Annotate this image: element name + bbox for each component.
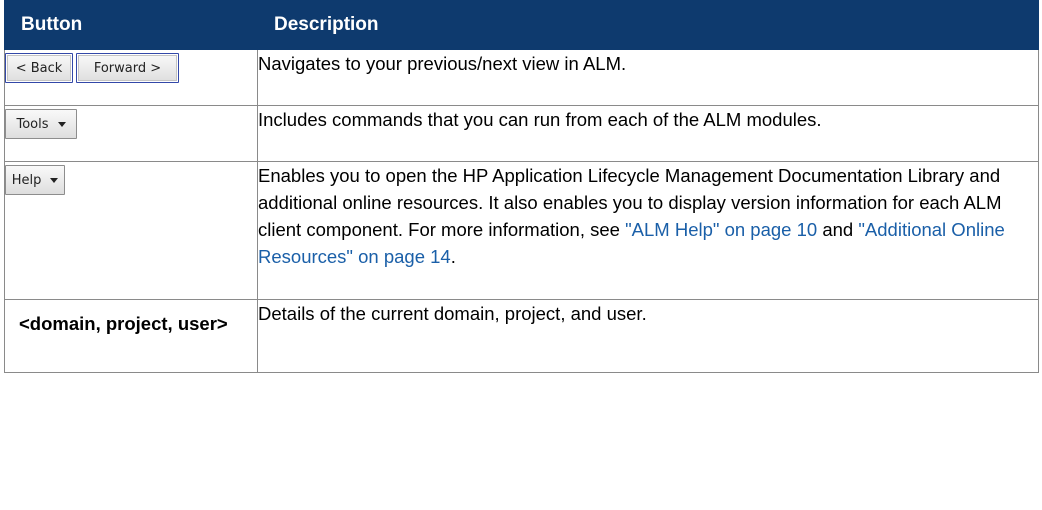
chevron-down-icon bbox=[57, 121, 66, 127]
button-description-table: Button Description < Back Forward > Navi… bbox=[4, 0, 1039, 373]
header-description: Description bbox=[257, 0, 1039, 50]
description-cell: Navigates to your previous/next view in … bbox=[257, 49, 1039, 106]
nav-button-group: < Back Forward > bbox=[5, 53, 257, 83]
table-row: Help Enables you to open the HP Applicat… bbox=[4, 161, 1039, 300]
context-label-cell: <domain, project, user> bbox=[4, 299, 258, 373]
description-cell: Includes commands that you can run from … bbox=[257, 105, 1039, 162]
table-row: Tools Includes commands that you can run… bbox=[4, 105, 1039, 162]
header-button: Button bbox=[4, 0, 258, 50]
tools-label: Tools bbox=[16, 116, 49, 132]
table-header-row: Button Description bbox=[4, 0, 1039, 50]
button-cell: Tools bbox=[4, 105, 258, 162]
help-label: Help bbox=[11, 172, 42, 188]
tools-menu-button[interactable]: Tools bbox=[5, 109, 77, 139]
help-description-end: . bbox=[450, 246, 456, 267]
description-cell: Enables you to open the HP Application L… bbox=[257, 161, 1039, 300]
description-cell: Details of the current domain, project, … bbox=[257, 299, 1039, 373]
help-menu-button[interactable]: Help bbox=[5, 165, 65, 195]
chevron-down-icon bbox=[50, 177, 59, 183]
button-cell: < Back Forward > bbox=[4, 49, 258, 106]
help-description-and: and bbox=[817, 219, 859, 240]
back-button[interactable]: < Back bbox=[5, 53, 73, 83]
alm-help-link[interactable]: "ALM Help" on page 10 bbox=[625, 219, 817, 240]
button-cell: Help bbox=[4, 161, 258, 300]
table-row: < Back Forward > Navigates to your previ… bbox=[4, 49, 1039, 106]
table-row: <domain, project, user> Details of the c… bbox=[4, 299, 1039, 373]
forward-button[interactable]: Forward > bbox=[76, 53, 179, 83]
